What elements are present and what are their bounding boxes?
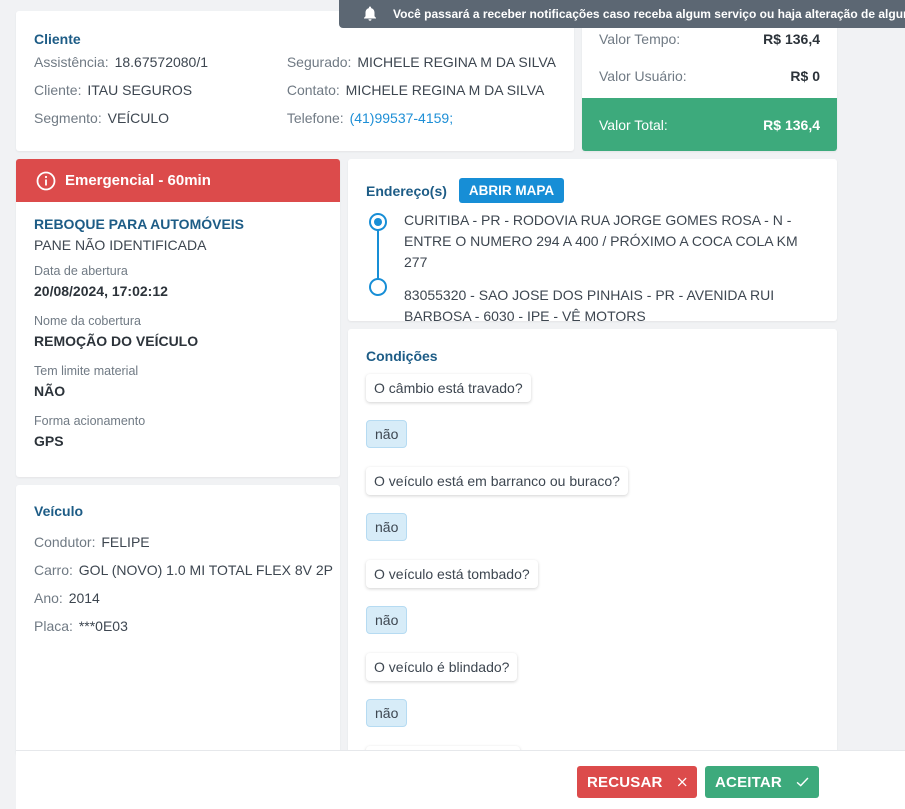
client-row: Cliente: ITAU SEGUROS — [34, 76, 287, 104]
segment-label: Segmento: — [34, 110, 102, 126]
phone-label: Telefone: — [286, 110, 344, 126]
notification-text: Você passará a receber notificações caso… — [393, 7, 905, 21]
service-card: Emergencial - 60min REBOQUE PARA AUTOMÓV… — [16, 159, 340, 477]
reject-button[interactable]: RECUSAR — [577, 766, 697, 798]
client-card: Cliente Assistência: 18.67572080/1 Clien… — [16, 11, 574, 151]
client-left-column: Assistência: 18.67572080/1 Cliente: ITAU… — [34, 48, 287, 132]
material-limit-value: NÃO — [34, 383, 66, 399]
coverage-label: Nome da cobertura — [34, 314, 142, 328]
driver-row: Condutor: FELIPE — [34, 528, 322, 556]
accept-button[interactable]: ACEITAR — [705, 766, 819, 798]
condition-question: O veículo está em barranco ou buraco? — [366, 467, 628, 495]
driver-value: FELIPE — [101, 534, 150, 550]
address-origin: CURITIBA - PR - RODOVIA RUA JORGE GOMES … — [404, 212, 798, 270]
plate-row: Placa: ***0E03 — [34, 612, 322, 640]
vehicle-card: Veículo Condutor: FELIPE Carro: GOL (NOV… — [16, 485, 340, 755]
segment-row: Segmento: VEÍCULO — [34, 104, 287, 132]
address-title: Endereço(s) — [366, 182, 447, 199]
condition-answer: não — [366, 513, 408, 541]
client-label: Cliente: — [34, 82, 82, 98]
assistance-value: 18.67572080/1 — [114, 54, 209, 70]
year-row: Ano: 2014 — [34, 584, 322, 612]
value-user-amount: R$ 0 — [790, 67, 820, 84]
origin-dot-icon — [369, 213, 387, 231]
coverage-value: REMOÇÃO DO VEÍCULO — [34, 333, 199, 349]
address-destination: 83055320 - SAO JOSE DOS PINHAIS - PR - A… — [404, 287, 775, 324]
condition-answer: não — [366, 420, 408, 448]
condition-question: O veículo está tombado? — [366, 560, 538, 588]
insured-row: Segurado: MICHELE REGINA M DA SILVA — [287, 48, 556, 76]
contact-label: Contato: — [286, 82, 340, 98]
emergency-text: Emergencial - 60min — [65, 172, 211, 189]
conditions-card: Condições O câmbio está travado? não O v… — [348, 329, 837, 754]
car-label: Carro: — [34, 562, 73, 578]
condition-answer: não — [366, 606, 408, 634]
client-title: Cliente — [34, 31, 81, 47]
car-row: Carro: GOL (NOVO) 1.0 MI TOTAL FLEX 8V 2… — [34, 556, 333, 584]
client-right-column: Segurado: MICHELE REGINA M DA SILVA Cont… — [287, 48, 556, 132]
assistance-row: Assistência: 18.67572080/1 — [34, 48, 287, 76]
destination-dot-icon — [369, 278, 387, 296]
segment-value: VEÍCULO — [107, 110, 170, 126]
opening-date-label: Data de abertura — [34, 264, 128, 278]
insured-label: Segurado: — [286, 54, 352, 70]
condition-answer: não — [366, 699, 408, 727]
plate-value: ***0E03 — [78, 618, 128, 634]
value-time-label: Valor Tempo: — [599, 30, 681, 47]
value-total-amount: R$ 136,4 — [763, 116, 820, 133]
condition-question: O veículo é blindado? — [366, 653, 518, 681]
notification-toast[interactable]: Você passará a receber notificações caso… — [339, 0, 905, 28]
reject-label: RECUSAR — [587, 773, 663, 791]
close-icon — [677, 777, 687, 787]
value-total-label: Valor Total: — [599, 116, 668, 133]
value-user-label: Valor Usuário: — [599, 67, 687, 84]
bell-icon — [364, 6, 376, 21]
assistance-label: Assistência: — [34, 54, 109, 70]
open-map-button[interactable]: ABRIR MAPA — [458, 178, 565, 203]
conditions-title: Condições — [366, 348, 438, 364]
condition-question: O câmbio está travado? — [366, 374, 531, 402]
phone-row: Telefone: (41)99537-4159; — [287, 104, 556, 132]
client-value: ITAU SEGUROS — [87, 82, 193, 98]
phone-link[interactable]: (41)99537-4159; — [350, 110, 454, 126]
insured-value: MICHELE REGINA M DA SILVA — [357, 54, 556, 70]
year-value: 2014 — [68, 590, 100, 606]
accept-label: ACEITAR — [715, 773, 782, 791]
address-card: Endereço(s) ABRIR MAPA CURITIBA - PR - R… — [348, 159, 837, 324]
value-time-amount: R$ 136,4 — [763, 30, 820, 47]
opening-date-value: 20/08/2024, 17:02:12 — [34, 283, 168, 299]
car-value: GOL (NOVO) 1.0 MI TOTAL FLEX 8V 2P — [78, 562, 333, 578]
contact-row: Contato: MICHELE REGINA M DA SILVA — [287, 76, 556, 104]
service-subtype: PANE NÃO IDENTIFICADA — [34, 237, 207, 253]
value-user-row: Valor Usuário: R$ 0 — [582, 57, 837, 94]
check-icon — [796, 777, 809, 787]
material-limit-label: Tem limite material — [34, 364, 139, 378]
action-footer: RECUSAR ACEITAR — [16, 750, 905, 809]
activation-method-value: GPS — [34, 433, 64, 449]
emergency-banner: Emergencial - 60min — [16, 159, 340, 202]
activation-method-label: Forma acionamento — [34, 414, 146, 428]
info-icon — [36, 171, 56, 190]
year-label: Ano: — [34, 590, 63, 606]
plate-label: Placa: — [34, 618, 73, 634]
vehicle-title: Veículo — [34, 503, 84, 519]
service-type: REBOQUE PARA AUTOMÓVEIS — [34, 216, 245, 232]
value-total-row: Valor Total: R$ 136,4 — [582, 98, 837, 151]
contact-value: MICHELE REGINA M DA SILVA — [345, 82, 545, 98]
address-list: CURITIBA - PR - RODOVIA RUA JORGE GOMES … — [366, 210, 819, 327]
driver-label: Condutor: — [34, 534, 96, 550]
